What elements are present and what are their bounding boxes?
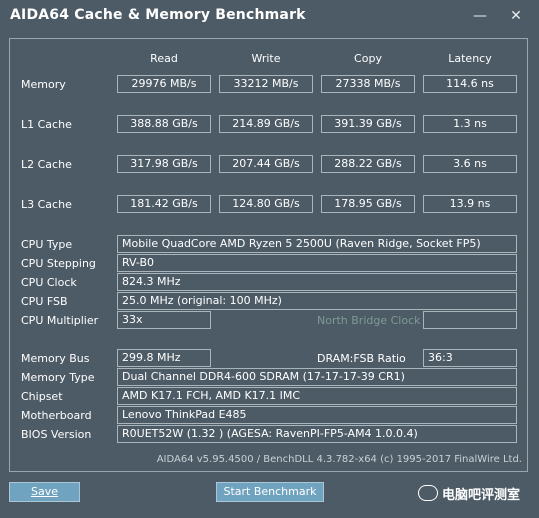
l2-latency-value: 3.6 ns xyxy=(423,155,517,173)
north-bridge-clock-label: North Bridge Clock xyxy=(317,314,421,327)
l3-write-value: 124.80 GB/s xyxy=(219,195,313,213)
close-button[interactable]: ✕ xyxy=(506,6,526,26)
cpu-clock-label: CPU Clock xyxy=(21,276,77,289)
memory-type-value: Dual Channel DDR4-600 SDRAM (17-17-17-39… xyxy=(117,368,517,386)
cpu-multiplier-value: 33x xyxy=(117,311,211,329)
memory-latency-value: 114.6 ns xyxy=(423,75,517,93)
title-bar: AIDA64 Cache & Memory Benchmark — ✕ xyxy=(0,0,539,34)
l1-copy-value: 391.39 GB/s xyxy=(321,115,415,133)
window-title: AIDA64 Cache & Memory Benchmark xyxy=(10,7,306,23)
cpu-multiplier-label: CPU Multiplier xyxy=(21,314,99,327)
chipset-label: Chipset xyxy=(21,390,63,403)
version-footer: AIDA64 v5.95.4500 / BenchDLL 4.3.782-x64… xyxy=(156,454,522,465)
minimize-button[interactable]: — xyxy=(470,6,490,26)
memory-copy-value: 27338 MB/s xyxy=(321,75,415,93)
l3-read-value: 181.42 GB/s xyxy=(117,195,211,213)
row-label-l3: L3 Cache xyxy=(21,198,72,211)
cpu-stepping-value: RV-B0 xyxy=(117,254,517,272)
bios-version-value: R0UET52W (1.32 ) (AGESA: RavenPI-FP5-AM4… xyxy=(117,425,517,443)
memory-read-value: 29976 MB/s xyxy=(117,75,211,93)
memory-type-label: Memory Type xyxy=(21,371,95,384)
chipset-value: AMD K17.1 FCH, AMD K17.1 IMC xyxy=(117,387,517,405)
l1-latency-value: 1.3 ns xyxy=(423,115,517,133)
row-label-l2: L2 Cache xyxy=(21,158,72,171)
memory-write-value: 33212 MB/s xyxy=(219,75,313,93)
cpu-type-value: Mobile QuadCore AMD Ryzen 5 2500U (Raven… xyxy=(117,235,517,253)
header-read: Read xyxy=(150,52,178,65)
l2-write-value: 207.44 GB/s xyxy=(219,155,313,173)
motherboard-label: Motherboard xyxy=(21,409,92,422)
dram-fsb-value: 36:3 xyxy=(423,349,517,367)
cpu-stepping-label: CPU Stepping xyxy=(21,257,96,270)
l3-latency-value: 13.9 ns xyxy=(423,195,517,213)
header-copy: Copy xyxy=(354,52,382,65)
l1-read-value: 388.88 GB/s xyxy=(117,115,211,133)
save-button[interactable]: Save xyxy=(9,482,80,502)
memory-bus-label: Memory Bus xyxy=(21,352,90,365)
cpu-type-label: CPU Type xyxy=(21,238,73,251)
l3-copy-value: 178.95 GB/s xyxy=(321,195,415,213)
watermark: 电脑吧评测室 xyxy=(418,484,520,503)
row-label-memory: Memory xyxy=(21,78,66,91)
header-write: Write xyxy=(251,52,281,65)
watermark-text: 电脑吧评测室 xyxy=(442,488,521,503)
cpu-clock-value: 824.3 MHz xyxy=(117,273,517,291)
cpu-fsb-label: CPU FSB xyxy=(21,295,68,308)
header-latency: Latency xyxy=(448,52,492,65)
row-label-l1: L1 Cache xyxy=(21,118,72,131)
benchmark-window: AIDA64 Cache & Memory Benchmark — ✕ Read… xyxy=(0,0,539,518)
motherboard-value: Lenovo ThinkPad E485 xyxy=(117,406,517,424)
cpu-fsb-value: 25.0 MHz (original: 100 MHz) xyxy=(117,292,517,310)
bios-version-label: BIOS Version xyxy=(21,428,92,441)
memory-bus-value: 299.8 MHz xyxy=(117,349,211,367)
l1-write-value: 214.89 GB/s xyxy=(219,115,313,133)
l2-copy-value: 288.22 GB/s xyxy=(321,155,415,173)
l2-read-value: 317.98 GB/s xyxy=(117,155,211,173)
start-benchmark-button[interactable]: Start Benchmark xyxy=(216,482,324,502)
north-bridge-clock-value xyxy=(423,311,517,329)
wechat-icon xyxy=(418,485,438,501)
dram-fsb-label: DRAM:FSB Ratio xyxy=(317,352,406,365)
